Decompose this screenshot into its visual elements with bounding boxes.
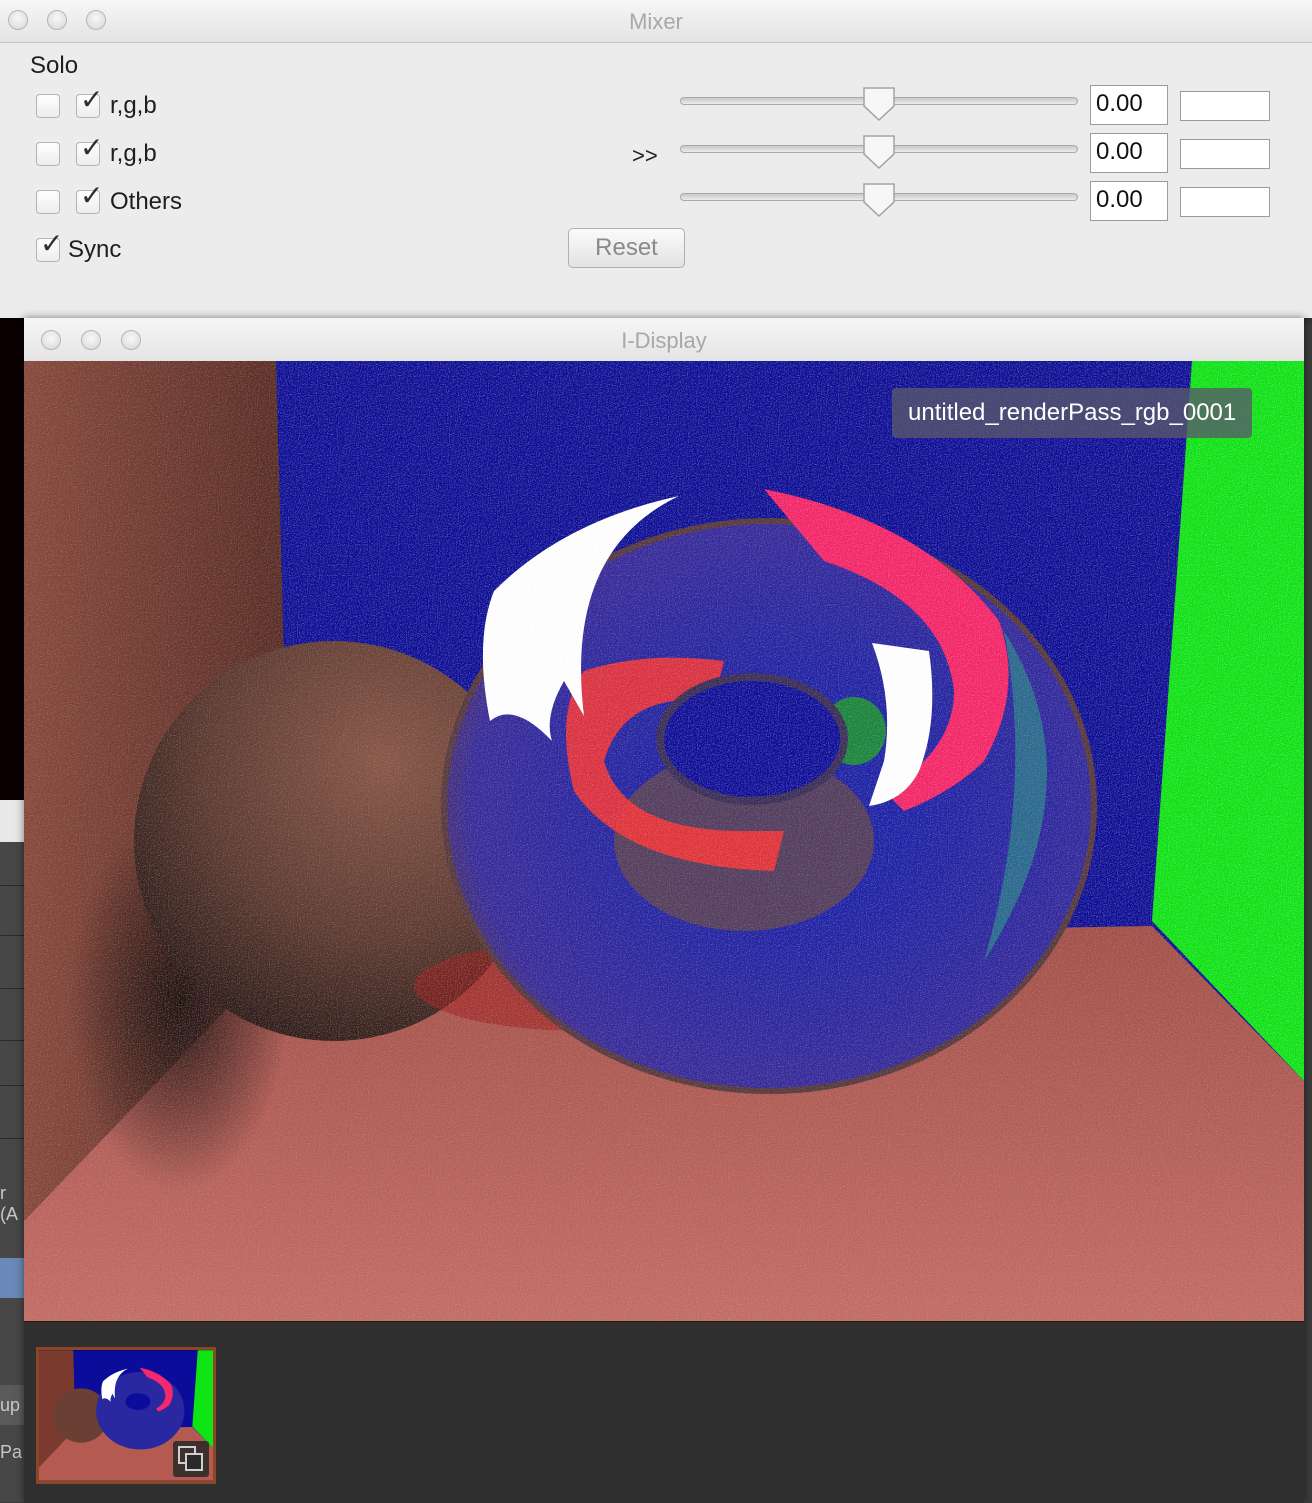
slider-thumb-channel-1[interactable] <box>862 86 896 122</box>
background-row-divider <box>0 988 26 989</box>
color-field-channel-1[interactable] <box>1180 91 1270 121</box>
enable-checkbox-channel-1[interactable]: ✓ <box>76 86 103 118</box>
slider-thumb-channel-3[interactable] <box>862 182 896 218</box>
sync-label: Sync <box>68 236 122 263</box>
background-selected-row <box>0 1258 26 1298</box>
solo-checkbox-channel-1[interactable] <box>36 94 60 118</box>
value-field-channel-2[interactable]: 0.00 <box>1090 133 1168 173</box>
checkmark-icon: ✓ <box>80 83 104 116</box>
checkmark-icon: ✓ <box>80 179 104 212</box>
enable-checkbox-channel-3[interactable]: ✓ <box>76 182 103 214</box>
render-thumbnail[interactable] <box>36 1347 216 1484</box>
thumbnail-strip <box>24 1321 1304 1503</box>
expand-button[interactable]: >> <box>632 143 658 169</box>
slider-thumb-channel-2[interactable] <box>862 134 896 170</box>
checkmark-icon: ✓ <box>40 227 64 260</box>
background-row-divider <box>0 1040 26 1041</box>
mixer-window: Mixer Solo ✓ r,g,b ✓ r,g,b ✓ Others ✓ Sy… <box>0 0 1312 318</box>
solo-label: Solo <box>30 52 79 79</box>
checkmark-icon: ✓ <box>80 131 104 164</box>
color-field-channel-3[interactable] <box>1180 187 1270 217</box>
background-row-divider <box>0 1138 26 1139</box>
solo-checkbox-channel-2[interactable] <box>36 142 60 166</box>
render-view[interactable]: untitled_renderPass_rgb_0001 <box>24 361 1304 1321</box>
enable-checkbox-channel-2[interactable]: ✓ <box>76 134 103 166</box>
mixer-window-title: Mixer <box>629 9 683 34</box>
channel-label-1: r,g,b <box>110 92 157 119</box>
display-window-title: I-Display <box>621 328 707 353</box>
display-window: I-Display untitled_renderPass_rgb_0001 <box>24 318 1304 1503</box>
solo-checkbox-channel-3[interactable] <box>36 190 60 214</box>
background-row-divider <box>0 1085 26 1086</box>
render-pass-label: untitled_renderPass_rgb_0001 <box>892 388 1253 438</box>
background-row-divider <box>0 935 26 936</box>
layers-icon[interactable] <box>173 1441 209 1477</box>
background-light-strip <box>0 800 26 842</box>
value-field-channel-3[interactable]: 0.00 <box>1090 181 1168 221</box>
rendered-image <box>24 361 1304 1321</box>
value-field-channel-1[interactable]: 0.00 <box>1090 85 1168 125</box>
display-titlebar[interactable]: I-Display <box>24 318 1304 362</box>
background-text-fragment: up <box>0 1395 21 1415</box>
background-text-fragment: Pa <box>0 1442 23 1462</box>
reset-button[interactable]: Reset <box>568 228 685 268</box>
background-text-fragment: r (A <box>0 1183 18 1224</box>
channel-label-3: Others <box>110 188 183 215</box>
color-field-channel-2[interactable] <box>1180 139 1270 169</box>
torus-hole <box>656 673 848 805</box>
sync-checkbox[interactable]: ✓ <box>36 230 63 262</box>
background-row-divider <box>0 885 26 886</box>
mixer-titlebar[interactable]: Mixer <box>0 0 1312 43</box>
channel-label-2: r,g,b <box>110 140 157 167</box>
